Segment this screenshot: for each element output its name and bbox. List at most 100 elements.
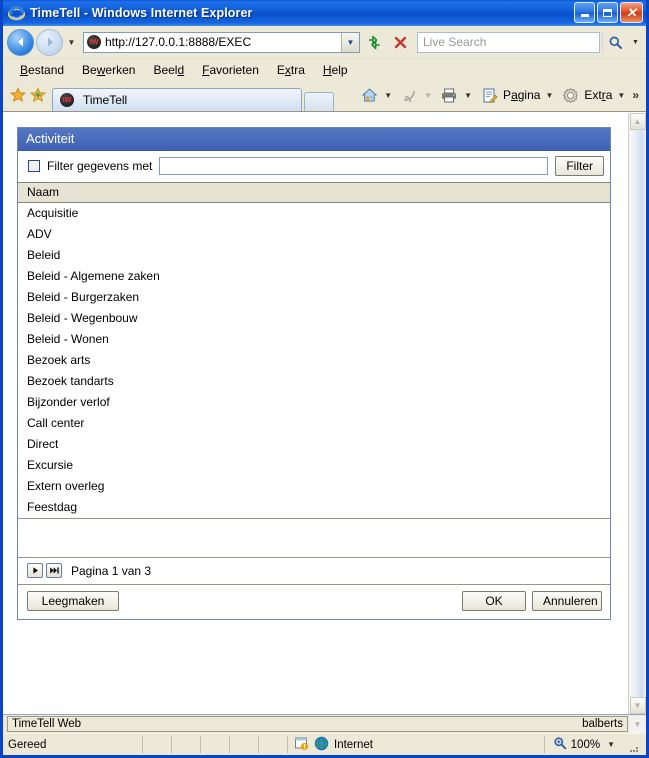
menu-item-favorieten[interactable]: Favorieten (193, 61, 268, 79)
address-input[interactable]: tW http://127.0.0.1:8888/EXEC ▼ (83, 31, 360, 53)
status-ready-text: Gereed (3, 736, 143, 753)
panel-title: Activiteit (18, 128, 610, 151)
list-item[interactable]: Beleid (18, 245, 610, 266)
status-cell-3 (201, 736, 230, 753)
zoom-dropdown-icon[interactable]: ▼ (604, 740, 620, 749)
scroll-down-corner-icon[interactable]: ▼ (629, 715, 646, 733)
filter-input[interactable] (159, 157, 549, 175)
list-item[interactable]: Bezoek tandarts (18, 371, 610, 392)
list-item[interactable]: Beleid - Wonen (18, 329, 610, 350)
list-item[interactable]: Bezoek arts (18, 350, 610, 371)
filter-checkbox-label: Filter gegevens met (47, 159, 153, 173)
panel-footer: Leegmaken OK Annuleren (18, 584, 610, 619)
activity-list: Acquisitie ADV Beleid Beleid - Algemene … (18, 203, 610, 518)
resize-grip-icon[interactable] (628, 739, 640, 752)
status-cell-2 (172, 736, 201, 753)
home-icon[interactable] (357, 83, 381, 107)
list-item[interactable]: Direct (18, 434, 610, 455)
filter-checkbox[interactable] (28, 160, 40, 172)
gear-icon[interactable] (558, 83, 582, 107)
feeds-icon (397, 83, 421, 107)
search-dropdown-icon[interactable]: ▼ (629, 32, 642, 53)
filter-row: Filter gegevens met Filter (18, 151, 610, 183)
address-url-text: http://127.0.0.1:8888/EXEC (105, 35, 252, 49)
last-page-button[interactable] (46, 563, 62, 578)
menu-item-bestand[interactable]: Bestand (11, 61, 73, 79)
scrollbar-track[interactable] (629, 130, 646, 697)
list-item[interactable]: Call center (18, 413, 610, 434)
search-placeholder: Live Search (423, 35, 487, 49)
list-item[interactable]: Beleid - Wegenbouw (18, 308, 610, 329)
pager: Pagina 1 van 3 (18, 557, 610, 584)
list-item[interactable]: Excursie (18, 455, 610, 476)
status-cell-1 (143, 736, 172, 753)
tools-menu-dropdown-icon[interactable]: ▼ (614, 91, 630, 100)
page-content: Activiteit Filter gegevens met Filter Na… (3, 113, 628, 714)
internet-zone-icon (314, 736, 329, 754)
list-item[interactable]: Bijzonder verlof (18, 392, 610, 413)
cancel-button[interactable]: Annuleren (532, 591, 602, 611)
tab-timetell[interactable]: tW TimeTell (52, 88, 302, 111)
page-menu-label[interactable]: Pagina (501, 88, 542, 102)
home-dropdown-icon[interactable]: ▼ (381, 91, 397, 100)
title-bar: TimeTell - Windows Internet Explorer ✕ (3, 0, 646, 26)
menu-item-beeld[interactable]: Beeld (144, 61, 193, 79)
stop-icon[interactable] (388, 30, 412, 54)
scroll-up-icon[interactable]: ▲ (629, 113, 646, 130)
add-favorite-icon[interactable] (29, 87, 47, 106)
page-menu-icon[interactable] (477, 83, 501, 107)
ok-button[interactable]: OK (462, 591, 526, 611)
security-zone-label: Internet (334, 738, 373, 751)
new-tab-button[interactable] (304, 92, 334, 111)
ie-logo-icon (7, 5, 26, 22)
maximize-button[interactable] (597, 2, 618, 23)
zoom-control[interactable]: 100% ▼ (545, 736, 646, 753)
clear-button[interactable]: Leegmaken (27, 591, 119, 611)
scroll-down-icon[interactable]: ▼ (629, 697, 646, 714)
menu-item-extra[interactable]: Extra (268, 61, 314, 79)
pager-text: Pagina 1 van 3 (71, 563, 152, 578)
site-favicon-icon: tW (87, 35, 101, 49)
address-bar: ▼ tW http://127.0.0.1:8888/EXEC ▼ Live S… (3, 26, 646, 59)
browser-status-bar: Gereed Internet 100% ▼ (3, 733, 646, 755)
search-input[interactable]: Live Search (417, 31, 600, 53)
tab-bar: tW TimeTell ▼ ▼ ▼ Pagina ▼ Extra ▼ » (3, 81, 646, 112)
refresh-icon[interactable] (362, 30, 386, 54)
print-dropdown-icon[interactable]: ▼ (461, 91, 477, 100)
list-empty-space (18, 518, 610, 557)
address-dropdown-icon[interactable]: ▼ (341, 32, 359, 52)
app-status-bar: TimeTell Web balberts ▼ (3, 714, 646, 733)
list-item[interactable]: Acquisitie (18, 203, 610, 224)
toolbar-overflow-icon[interactable]: » (630, 88, 643, 102)
app-status-left-text: TimeTell Web (12, 718, 82, 730)
zoom-icon (553, 736, 567, 753)
close-button[interactable]: ✕ (620, 2, 643, 23)
menu-item-bewerken[interactable]: Bewerken (73, 61, 144, 79)
zoom-level-text: 100% (570, 738, 601, 751)
minimize-button[interactable] (574, 2, 595, 23)
page-scrollbar[interactable]: ▲ ▼ (628, 113, 646, 714)
status-cell-5 (259, 736, 288, 753)
print-icon[interactable] (437, 83, 461, 107)
page-menu-dropdown-icon[interactable]: ▼ (542, 91, 558, 100)
tab-favicon-icon: tW (60, 93, 74, 107)
next-page-button[interactable] (27, 563, 43, 578)
history-dropdown-icon[interactable]: ▼ (65, 32, 78, 52)
search-icon[interactable] (602, 31, 627, 53)
list-item[interactable]: Beleid - Algemene zaken (18, 266, 610, 287)
filter-button[interactable]: Filter (555, 156, 604, 176)
favorites-center-icon[interactable] (9, 87, 27, 106)
app-status-user: balberts (582, 718, 623, 730)
security-zone[interactable]: Internet (288, 736, 545, 753)
protected-mode-icon (294, 736, 309, 754)
list-item[interactable]: Extern overleg (18, 476, 610, 497)
back-button[interactable] (7, 28, 34, 56)
browser-window: TimeTell - Windows Internet Explorer ✕ ▼… (0, 0, 649, 758)
list-item[interactable]: Beleid - Burgerzaken (18, 287, 610, 308)
tools-menu-label[interactable]: Extra (582, 88, 614, 102)
list-item[interactable]: Feestdag (18, 497, 610, 518)
list-item[interactable]: ADV (18, 224, 610, 245)
forward-button[interactable] (36, 28, 63, 56)
activity-panel: Activiteit Filter gegevens met Filter Na… (17, 127, 611, 620)
menu-item-help[interactable]: Help (314, 61, 357, 79)
